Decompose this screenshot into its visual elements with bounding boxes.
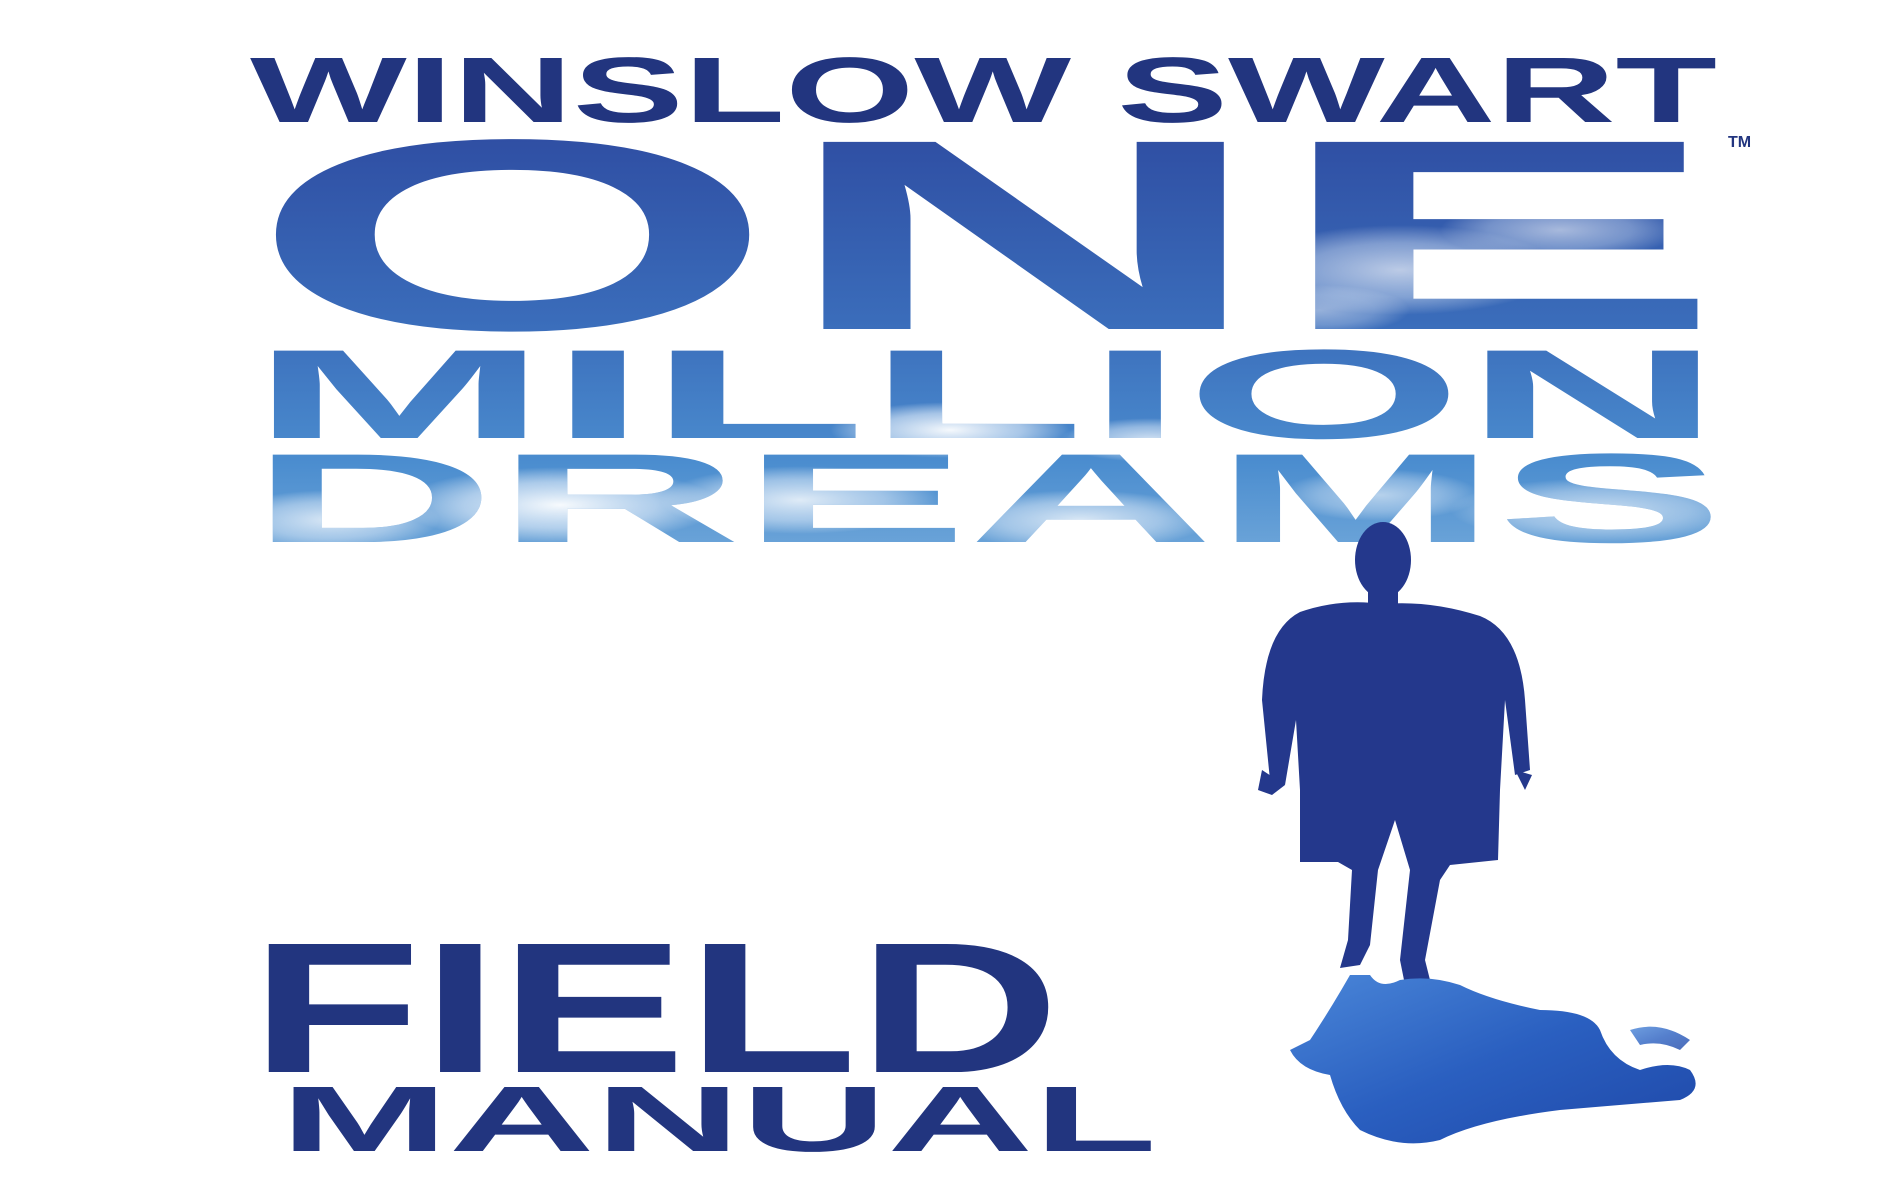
trademark-symbol: TM <box>1728 134 1751 151</box>
walking-man-silhouette <box>1258 522 1532 985</box>
book-cover: WINSLOW SWART ONE TM MILLION DREAMS FIEL… <box>248 38 1751 1171</box>
subtitle-manual: MANUAL <box>280 1067 1157 1171</box>
reflection-shadow <box>1290 975 1696 1144</box>
